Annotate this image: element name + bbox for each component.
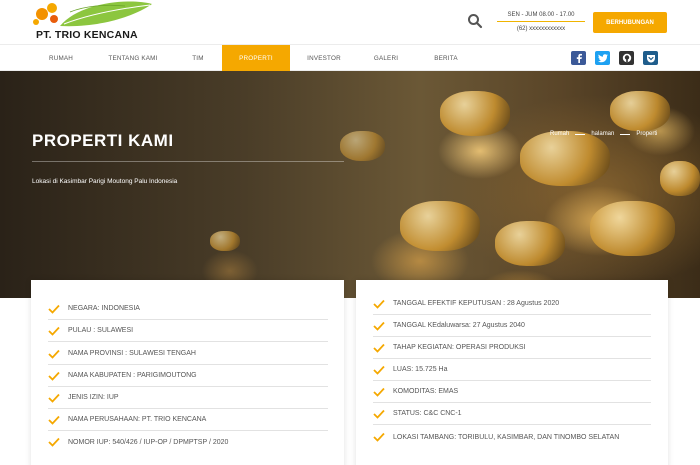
brand-name: PT. TRIO KENCANA [36, 29, 138, 41]
check-icon [48, 371, 60, 381]
nav-item-investor[interactable]: INVESTOR [294, 45, 354, 71]
check-icon [373, 432, 385, 442]
list-item: NAMA PROVINSI : SULAWESI TENGAH [48, 343, 328, 365]
phone-text: (62) xxxxxxxxxxxx [516, 26, 566, 32]
list-item: PULAU : SULAWESI [48, 320, 328, 342]
item-text: KOMODITAS: EMAS [393, 388, 459, 395]
list-item: NAMA KABUPATEN : PARIGIMOUTONG [48, 365, 328, 387]
item-text: NAMA KABUPATEN : PARIGIMOUTONG [68, 372, 197, 379]
breadcrumb-item-properti: Properti [636, 131, 658, 137]
twitter-icon [597, 53, 608, 62]
github-button[interactable] [619, 51, 634, 65]
list-item: LUAS: 15.725 Ha [373, 359, 651, 381]
page-subtitle: Lokasi di Kasimbar Parigi Moutong Palu I… [32, 178, 178, 185]
gold-nugget-image [340, 131, 385, 161]
list-item: TAHAP KEGIATAN: OPERASI PRODUKSI [373, 337, 651, 359]
check-icon [48, 415, 60, 425]
check-icon [373, 343, 385, 353]
property-info-card-right: TANGGAL EFEKTIF KEPUTUSAN : 28 Agustus 2… [356, 280, 668, 465]
check-icon [373, 409, 385, 419]
pocket-button[interactable] [643, 51, 658, 65]
check-icon [48, 349, 60, 359]
gold-nugget-image [400, 201, 480, 251]
item-text: NAMA PROVINSI : SULAWESI TENGAH [68, 350, 196, 357]
item-text: LUAS: 15.725 Ha [393, 366, 448, 373]
breadcrumb-item-rumah[interactable]: Rumah [550, 131, 569, 137]
gold-nugget-image [495, 221, 565, 266]
hero-banner: PROPERTI KAMI Lokasi di Kasimbar Parigi … [0, 71, 700, 298]
list-item: TANGGAL EFEKTIF KEPUTUSAN : 28 Agustus 2… [373, 293, 651, 315]
breadcrumb: Rumah halaman Properti [550, 131, 657, 137]
check-icon [48, 304, 60, 314]
check-icon [373, 299, 385, 309]
breadcrumb-separator [620, 133, 631, 135]
check-icon [48, 326, 60, 336]
nav-item-galeri[interactable]: GALERI [358, 45, 414, 71]
gold-nugget-image [660, 161, 700, 196]
item-text: STATUS: C&C CNC-1 [393, 410, 462, 417]
list-item: KOMODITAS: EMAS [373, 381, 651, 403]
nav-item-properti[interactable]: PROPERTI [222, 45, 290, 71]
search-icon [468, 14, 483, 29]
list-item: LOKASI TAMBANG: TORIBULU, KASIMBAR, DAN … [373, 426, 651, 460]
nav-item-rumah[interactable]: RUMAH [30, 45, 92, 71]
item-text: TANGGAL KEdaluwarsa: 27 Agustus 2040 [393, 322, 525, 329]
item-text: NAMA PERUSAHAAN: PT. TRIO KENCANA [68, 416, 207, 423]
list-item: STATUS: C&C CNC-1 [373, 403, 651, 425]
gold-nugget-image [590, 201, 675, 256]
title-divider [32, 161, 344, 162]
property-info-card-left: NEGARA: INDONESIA PULAU : SULAWESI NAMA … [31, 280, 344, 465]
list-item: TANGGAL KEdaluwarsa: 27 Agustus 2040 [373, 315, 651, 337]
nav-item-tentang-kami[interactable]: TENTANG KAMI [96, 45, 170, 71]
check-icon [373, 365, 385, 375]
nav-item-berita[interactable]: BERITA [418, 45, 474, 71]
check-icon [48, 393, 60, 403]
breadcrumb-item-halaman[interactable]: halaman [591, 131, 614, 137]
main-nav: RUMAH TENTANG KAMI TIM PROPERTI INVESTOR… [0, 44, 700, 71]
twitter-button[interactable] [595, 51, 610, 65]
gold-nugget-image [210, 231, 240, 251]
check-icon [373, 387, 385, 397]
hours-text: SEN - JUM 08.00 - 17.00 [497, 11, 585, 22]
gold-nugget-image [610, 91, 670, 131]
facebook-button[interactable] [571, 51, 586, 65]
github-icon [622, 53, 631, 63]
item-text: NEGARA: INDONESIA [68, 305, 140, 312]
check-icon [48, 437, 60, 447]
site-header: PT. TRIO KENCANA SEN - JUM 08.00 - 17.00… [0, 0, 700, 44]
item-text: PULAU : SULAWESI [68, 327, 134, 334]
page-title: PROPERTI KAMI [32, 131, 174, 150]
check-icon [373, 321, 385, 331]
list-item: NAMA PERUSAHAAN: PT. TRIO KENCANA [48, 409, 328, 431]
search-button[interactable] [466, 12, 484, 30]
gold-nugget-image [440, 91, 510, 136]
contact-button[interactable]: BERHUBUNGAN [593, 12, 667, 33]
pocket-icon [646, 54, 655, 62]
item-text: NOMOR IUP: 540/426 / IUP-OP / DPMPTSP / … [68, 438, 229, 446]
item-text: TAHAP KEGIATAN: OPERASI PRODUKSI [393, 344, 526, 351]
leaf-logo-icon [33, 1, 152, 27]
item-text: JENIS IZIN: IUP [68, 394, 119, 401]
list-item: NOMOR IUP: 540/426 / IUP-OP / DPMPTSP / … [48, 431, 328, 453]
breadcrumb-separator [575, 133, 586, 135]
office-hours: SEN - JUM 08.00 - 17.00 (62) xxxxxxxxxxx… [497, 11, 585, 34]
list-item: JENIS IZIN: IUP [48, 387, 328, 409]
item-text: LOKASI TAMBANG: TORIBULU, KASIMBAR, DAN … [393, 434, 620, 441]
gold-nugget-image [520, 131, 610, 186]
list-item: NEGARA: INDONESIA [48, 298, 328, 320]
brand-logo[interactable]: PT. TRIO KENCANA [30, 0, 160, 44]
facebook-icon [576, 53, 582, 63]
nav-item-tim[interactable]: TIM [174, 45, 222, 71]
item-text: TANGGAL EFEKTIF KEPUTUSAN : 28 Agustus 2… [393, 300, 560, 307]
